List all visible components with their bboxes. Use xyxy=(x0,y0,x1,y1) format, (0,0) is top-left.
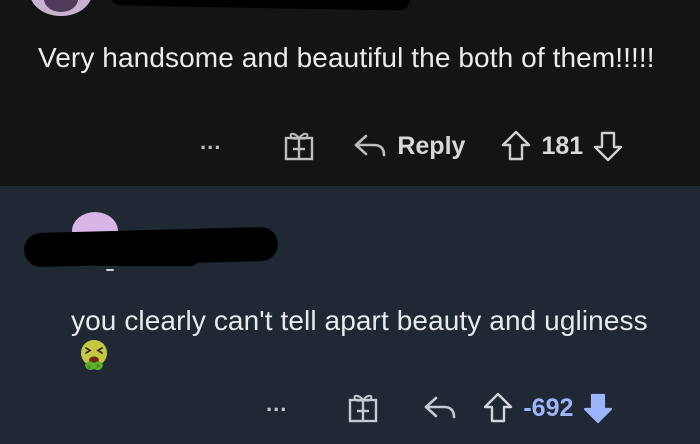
downvote-filled-icon xyxy=(584,393,613,424)
comment-body: Very handsome and beautiful the both of … xyxy=(38,42,655,73)
reply-button[interactable]: Reply xyxy=(353,132,465,161)
comment-reply: you clearly can't tell apart beauty and … xyxy=(0,186,700,444)
reply-label: Reply xyxy=(397,131,466,160)
comment-text: you clearly can't tell apart beauty and … xyxy=(71,305,648,336)
downvote-outline-icon xyxy=(593,131,623,162)
upvote-outline-icon xyxy=(484,392,513,423)
avatar[interactable] xyxy=(30,0,92,16)
comment-body: you clearly can't tell apart beauty and … xyxy=(71,303,671,374)
reply-arrow-icon xyxy=(425,396,456,419)
comment-action-bar: ... Reply 181 xyxy=(200,128,623,164)
redaction-mark xyxy=(90,246,200,266)
comment-action-bar: ... -692 xyxy=(266,388,613,428)
more-options-button[interactable]: ... xyxy=(266,393,287,415)
comment-thread: Very handsome and beautiful the both of … xyxy=(0,0,700,444)
gift-award-icon xyxy=(285,132,314,161)
gift-award-icon xyxy=(349,394,378,423)
downvote-button[interactable] xyxy=(593,130,623,162)
redaction-mark xyxy=(109,0,411,11)
upvote-outline-icon xyxy=(502,130,531,161)
comment-parent: Very handsome and beautiful the both of … xyxy=(0,0,700,186)
upvote-button[interactable] xyxy=(483,392,513,424)
award-button[interactable] xyxy=(347,393,379,423)
award-button[interactable] xyxy=(283,131,315,161)
username-remnant xyxy=(106,269,114,271)
vote-score: -692 xyxy=(523,393,574,422)
nauseated-face-icon xyxy=(81,340,107,370)
downvote-button[interactable] xyxy=(583,392,613,424)
upvote-button[interactable] xyxy=(501,130,531,162)
reply-button[interactable] xyxy=(423,395,457,421)
more-options-button[interactable]: ... xyxy=(200,131,221,153)
vote-score: 181 xyxy=(541,131,584,160)
reply-arrow-icon xyxy=(355,134,386,157)
